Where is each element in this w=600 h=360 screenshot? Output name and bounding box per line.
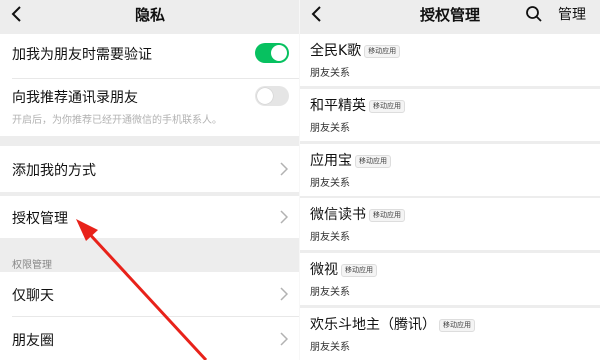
search-icon[interactable] [525,5,543,23]
page-title: 隐私 [134,6,165,24]
app-type-badge: 移动应用 [369,100,405,113]
app-permission: 朋友关系 [310,123,350,134]
add-methods-label: 添加我的方式 [12,163,96,179]
chevron-right-icon [280,210,288,224]
add-methods-row[interactable]: 添加我的方式 [0,146,300,192]
manage-button[interactable]: 管理 [558,0,586,30]
privacy-navbar: 隐私 [0,0,300,30]
app-item[interactable]: 应用宝 移动应用 朋友关系 [300,144,600,196]
auth-manage-label: 授权管理 [12,211,68,227]
auth-navbar: 授权管理 管理 [300,0,600,30]
permission-section-caption: 权限管理 [12,260,52,271]
friend-verify-toggle[interactable] [255,43,289,63]
recommend-contacts-toggle[interactable] [255,86,289,106]
app-item[interactable]: 和平精英 移动应用 朋友关系 [300,89,600,141]
app-item[interactable]: 全民K歌 移动应用 朋友关系 [300,34,600,86]
recommend-contacts-label: 向我推荐通讯录朋友 [12,90,138,106]
app-type-badge: 移动应用 [439,319,475,332]
app-item[interactable]: 微视 移动应用 朋友关系 [300,253,600,305]
app-type-badge: 移动应用 [369,209,405,222]
app-name: 微信读书 [310,207,366,223]
app-name: 和平精英 [310,98,366,114]
friend-verify-label: 加我为朋友时需要验证 [12,47,152,63]
chevron-right-icon [280,162,288,176]
auth-manage-screen: 授权管理 管理 全民K歌 移动应用 朋友关系 和平精英 移动应用 朋友关系 应用宝移… [300,0,600,360]
chevron-right-icon [280,332,288,346]
auth-manage-row[interactable]: 授权管理 [0,196,300,238]
app-name: 应用宝 [310,153,352,169]
verification-settings-group: 加我为朋友时需要验证 向我推荐通讯录朋友 开启后，为你推荐已经开通微信的手机联系… [0,34,300,136]
moments-label: 朋友圈 [12,333,54,349]
toggle-knob [271,45,287,61]
permission-group: 仅聊天 朋友圈 [0,272,300,360]
recommend-contacts-hint: 开启后，为你推荐已经开通微信的手机联系人。 [12,115,222,126]
app-permission: 朋友关系 [310,287,350,298]
chat-only-row[interactable]: 仅聊天 [0,272,300,316]
app-type-badge: 移动应用 [364,45,401,58]
app-permission: 朋友关系 [310,68,350,79]
app-item[interactable]: 欢乐斗地主（腾讯） 移动应用 朋友关系 [300,308,600,360]
app-name: 全民K歌 [310,43,362,59]
app-type-badge: 移动应用 [355,155,391,168]
app-permission: 朋友关系 [310,232,350,243]
toggle-knob [257,88,273,104]
chevron-right-icon [280,287,288,301]
app-name: 微视 [310,262,338,278]
chat-only-label: 仅聊天 [12,288,54,304]
app-item[interactable]: 微信读书 移动应用 朋友关系 [300,198,600,250]
privacy-screen: 隐私 加我为朋友时需要验证 向我推荐通讯录朋友 开启后，为你推荐已经开通微信的手… [0,0,300,360]
app-permission: 朋友关系 [310,178,350,189]
app-type-badge: 移动应用 [341,264,377,277]
moments-row[interactable]: 朋友圈 [0,317,300,360]
app-name: 欢乐斗地主（腾讯） [310,317,436,333]
page-title: 授权管理 [419,6,480,24]
divider [12,78,300,79]
app-permission: 朋友关系 [310,342,350,353]
